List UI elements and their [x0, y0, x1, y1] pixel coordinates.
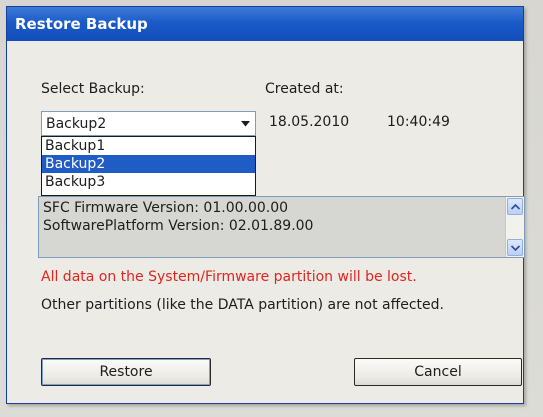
restore-button[interactable]: Restore [41, 358, 211, 386]
cancel-button[interactable]: Cancel [354, 358, 522, 386]
scroll-down-icon[interactable] [507, 239, 523, 256]
backup-option-2[interactable]: Backup2 [42, 155, 255, 173]
platform-version-line: SoftwarePlatform Version: 02.01.89.00 [43, 218, 314, 234]
backup-option-1[interactable]: Backup1 [42, 137, 255, 155]
version-info-box[interactable]: SFC Firmware Version: 01.00.00.00 Softwa… [38, 196, 525, 258]
created-date: 18.05.2010 [269, 114, 350, 130]
info-scrollbar[interactable] [505, 197, 524, 257]
backup-dropdown-list: Backup1 Backup2 Backup3 [41, 136, 256, 196]
scroll-up-icon[interactable] [507, 198, 523, 215]
created-time: 10:40:49 [387, 114, 450, 130]
backup-select[interactable]: Backup2 [41, 111, 256, 136]
dialog-title: Restore Backup [7, 7, 523, 41]
select-backup-label: Select Backup: [41, 81, 145, 97]
restore-backup-dialog: Restore Backup Select Backup: Created at… [6, 6, 525, 404]
data-loss-warning: All data on the System/Firmware partitio… [41, 269, 417, 285]
partitions-note: Other partitions (like the DATA partitio… [41, 297, 444, 313]
backup-select-value: Backup2 [46, 116, 107, 132]
created-at-label: Created at: [265, 81, 344, 97]
firmware-version-line: SFC Firmware Version: 01.00.00.00 [43, 200, 289, 216]
backup-option-3[interactable]: Backup3 [42, 173, 255, 191]
chevron-down-icon[interactable] [235, 112, 255, 135]
